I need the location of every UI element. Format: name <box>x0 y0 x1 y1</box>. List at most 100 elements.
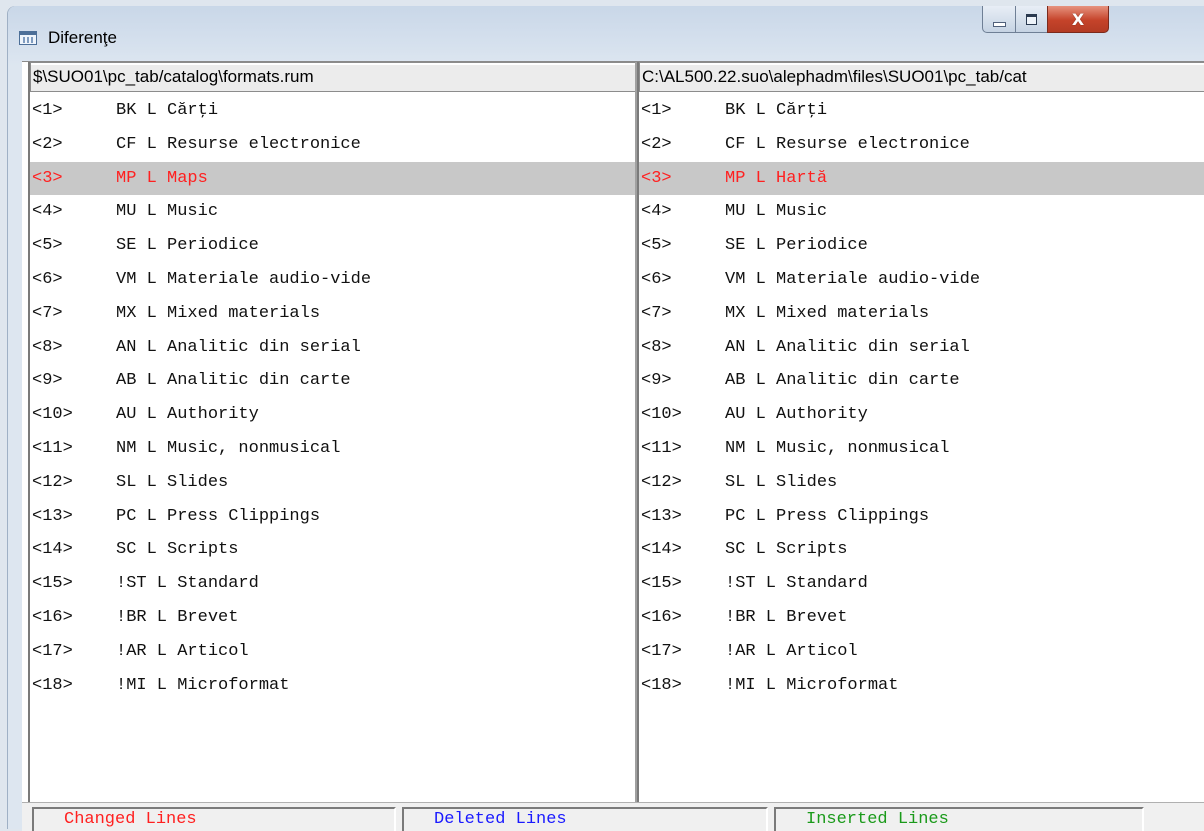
changed-line-row[interactable]: <3> MP L Maps <box>30 161 635 196</box>
line-row[interactable]: <14> SC L Scripts <box>639 533 1204 567</box>
changed-line-row[interactable]: <3> MP L Hartă <box>639 161 1204 196</box>
line-number: <1> <box>641 101 672 120</box>
line-text: !ST L Standard <box>116 574 259 594</box>
line-row[interactable]: <2> CF L Resurse electronice <box>639 128 1204 162</box>
line-row[interactable]: <7> MX L Mixed materials <box>30 297 635 331</box>
line-row[interactable]: <5> SE L Periodice <box>639 229 1204 263</box>
line-row[interactable]: <9> AB L Analitic din carte <box>639 364 1204 398</box>
line-number: <9> <box>641 371 672 391</box>
line-row[interactable]: <13> PC L Press Clippings <box>30 500 635 534</box>
line-row[interactable]: <15> !ST L Standard <box>639 567 1204 601</box>
line-row[interactable]: <8> AN L Analitic din serial <box>639 331 1204 365</box>
left-file-path: $\SUO01\pc_tab/catalog\formats.rum <box>30 62 635 92</box>
maximize-button[interactable] <box>1015 6 1048 33</box>
table-icon[interactable] <box>19 31 37 45</box>
line-number: <11> <box>641 438 682 458</box>
line-number: <15> <box>32 574 73 594</box>
line-row[interactable]: <16> !BR L Brevet <box>30 601 635 635</box>
line-number: <18> <box>32 675 73 695</box>
line-text: !BR L Brevet <box>725 607 848 627</box>
line-row[interactable]: <10> AU L Authority <box>30 398 635 432</box>
line-row[interactable]: <11> NM L Music, nonmusical <box>30 432 635 466</box>
line-row[interactable]: <2> CF L Resurse electronice <box>30 128 635 162</box>
line-row[interactable]: <4> MU L Music <box>30 195 635 229</box>
left-diff-pane[interactable]: $\SUO01\pc_tab/catalog\formats.rum <1> BK… <box>28 62 637 802</box>
line-text: BK L Cărţi <box>725 101 828 120</box>
line-row[interactable]: <18> !MI L Microformat <box>30 669 635 703</box>
line-number: <8> <box>32 337 63 357</box>
line-number: <5> <box>641 236 672 256</box>
left-line-list[interactable]: <1> BK L Cărţi <2> CF L Resurse electronice… <box>30 92 635 702</box>
minimize-button[interactable] <box>982 6 1016 33</box>
line-text: AB L Analitic din carte <box>725 371 960 391</box>
line-row[interactable]: <6> VM L Materiale audio-vide <box>639 263 1204 297</box>
line-row[interactable]: <6> VM L Materiale audio-vide <box>30 263 635 297</box>
line-number: <6> <box>641 269 672 289</box>
diff-window: Diferenţe X $\SUO01\pc_tab/catalog\forma… <box>8 6 1204 831</box>
line-row[interactable]: <9> AB L Analitic din carte <box>30 364 635 398</box>
close-button[interactable]: X <box>1047 6 1109 33</box>
title-bar[interactable]: Diferenţe X <box>8 6 1204 60</box>
changed-lines-legend: Changed Lines <box>32 807 396 831</box>
line-text: NM L Music, nonmusical <box>116 438 341 458</box>
line-text: MU L Music <box>116 202 219 222</box>
line-text: CF L Resurse electronice <box>116 134 361 154</box>
line-row[interactable]: <13> PC L Press Clippings <box>639 500 1204 534</box>
line-text: !MI L Microformat <box>116 675 290 695</box>
line-row[interactable]: <8> AN L Analitic din serial <box>30 331 635 365</box>
line-number: <12> <box>641 472 682 492</box>
line-number: <1> <box>32 101 63 120</box>
maximize-icon <box>1026 13 1037 25</box>
line-number: <3> <box>641 168 672 188</box>
line-text: NM L Music, nonmusical <box>725 438 950 458</box>
line-row[interactable]: <14> SC L Scripts <box>30 533 635 567</box>
line-row[interactable]: <17> !AR L Articol <box>30 635 635 669</box>
line-row[interactable]: <18> !MI L Microformat <box>639 669 1204 703</box>
line-number: <14> <box>641 540 682 560</box>
line-number: <10> <box>32 405 73 425</box>
line-number: <9> <box>32 371 63 391</box>
right-file-path: C:\AL500.22.suo\alephadm\files\SUO01\pc_… <box>639 62 1204 92</box>
line-number: <15> <box>641 574 682 594</box>
line-text: SE L Periodice <box>116 236 259 256</box>
line-row[interactable]: <10> AU L Authority <box>639 398 1204 432</box>
line-text: PC L Press Clippings <box>116 506 321 526</box>
line-row[interactable]: <1> BK L Cărţi <box>639 94 1204 128</box>
line-number: <6> <box>32 269 63 289</box>
line-number: <16> <box>641 607 682 627</box>
right-line-list[interactable]: <1> BK L Cărţi <2> CF L Resurse electronice… <box>639 92 1204 702</box>
line-number: <18> <box>641 675 682 695</box>
line-number: <16> <box>32 607 73 627</box>
line-text: BK L Cărţi <box>116 101 219 120</box>
line-row[interactable]: <12> SL L Slides <box>30 466 635 500</box>
line-number: <10> <box>641 405 682 425</box>
line-row[interactable]: <12> SL L Slides <box>639 466 1204 500</box>
line-number: <5> <box>32 236 63 256</box>
line-text: !AR L Articol <box>116 641 249 661</box>
line-row[interactable]: <15> !ST L Standard <box>30 567 635 601</box>
line-row[interactable]: <17> !AR L Articol <box>639 635 1204 669</box>
line-text: MX L Mixed materials <box>725 303 930 323</box>
line-row[interactable]: <1> BK L Cărţi <box>30 94 635 128</box>
line-text: AU L Authority <box>116 405 259 425</box>
close-icon: X <box>1071 9 1085 29</box>
line-text: MP L Hartă <box>725 168 828 188</box>
right-diff-pane[interactable]: C:\AL500.22.suo\alephadm\files\SUO01\pc_… <box>637 62 1204 802</box>
line-row[interactable]: <7> MX L Mixed materials <box>639 297 1204 331</box>
line-text: CF L Resurse electronice <box>725 134 970 154</box>
line-number: <11> <box>32 438 73 458</box>
line-row[interactable]: <5> SE L Periodice <box>30 229 635 263</box>
minimize-icon <box>992 21 1006 27</box>
line-row[interactable]: <11> NM L Music, nonmusical <box>639 432 1204 466</box>
line-text: !BR L Brevet <box>116 607 239 627</box>
line-row[interactable]: <16> !BR L Brevet <box>639 601 1204 635</box>
line-number: <2> <box>32 134 63 154</box>
deleted-lines-legend: Deleted Lines <box>402 807 768 831</box>
line-row[interactable]: <4> MU L Music <box>639 195 1204 229</box>
window-title: Diferenţe <box>48 28 117 47</box>
line-number: <3> <box>32 168 63 188</box>
line-number: <4> <box>641 202 672 222</box>
line-number: <14> <box>32 540 73 560</box>
line-number: <12> <box>32 472 73 492</box>
line-number: <13> <box>32 506 73 526</box>
